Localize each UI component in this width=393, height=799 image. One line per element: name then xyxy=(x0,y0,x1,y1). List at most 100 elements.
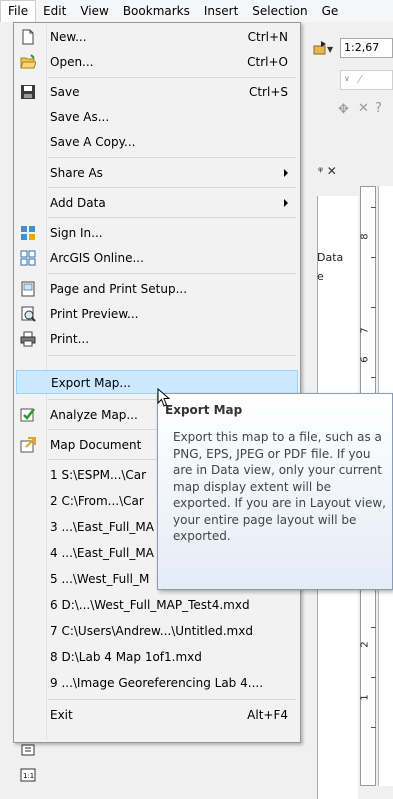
print-preview-icon xyxy=(20,306,36,322)
open-folder-icon xyxy=(20,54,37,70)
ruler-label: 2 xyxy=(359,641,371,648)
menu-item-label: Open... xyxy=(50,55,94,69)
toolbar-row-2: ∨ ⁄ xyxy=(340,70,393,90)
menu-item-print-preview[interactable]: Print Preview... xyxy=(16,302,298,326)
menu-item-page-print-setup[interactable]: Page and Print Setup... xyxy=(16,277,298,301)
sign-in-icon xyxy=(20,225,36,241)
add-data-icon[interactable] xyxy=(312,40,328,59)
menu-item-shortcut: Ctrl+S xyxy=(248,85,288,99)
menu-item-label: Save xyxy=(50,85,80,99)
recent-file-9[interactable]: 9 ...\Image Georeferencing Lab 4.... xyxy=(16,671,298,695)
ruler-tick xyxy=(371,627,376,628)
menu-item-new[interactable]: New... Ctrl+N xyxy=(16,25,298,49)
ruler-tick xyxy=(371,677,376,678)
menu-item-label: Save As... xyxy=(50,110,110,124)
menu-item-label: 8 D:\Lab 4 Map 1of1.mxd xyxy=(50,650,202,664)
ruler-tick xyxy=(371,727,376,728)
arcgis-online-icon xyxy=(20,250,36,266)
pan-tool-icon[interactable]: ✥ xyxy=(338,102,349,117)
menu-item-label: 3 ...\East_Full_MA xyxy=(50,520,154,534)
menu-bar: File Edit View Bookmarks Insert Selectio… xyxy=(0,0,393,23)
ruler-tick xyxy=(371,207,376,208)
menu-separator xyxy=(48,699,296,700)
menu-item-label: 4 ...\East_Full_MA xyxy=(50,546,154,560)
ruler-label: 1 xyxy=(359,694,371,701)
menu-file[interactable]: File xyxy=(0,0,37,22)
file-menu: New... Ctrl+N Open... Ctrl+O Save Ctrl+S… xyxy=(13,22,301,743)
menu-item-label: Page and Print Setup... xyxy=(50,282,188,296)
export-map-tooltip: Export Map Export this map to a file, su… xyxy=(157,393,393,590)
menu-item-label: 9 ...\Image Georeferencing Lab 4.... xyxy=(50,676,264,690)
menu-item-label: 1 S:\ESPM...\Car xyxy=(50,468,147,482)
menu-item-label: Save A Copy... xyxy=(50,135,136,149)
menu-item-save[interactable]: Save Ctrl+S xyxy=(16,80,298,104)
tooltip-title: Export Map xyxy=(165,403,243,417)
menu-item-label: Sign In... xyxy=(50,226,103,240)
ruler-label: 6 xyxy=(359,356,371,363)
menu-item-label: Add Data xyxy=(50,196,106,210)
menu-item-label: Print Preview... xyxy=(50,307,139,321)
menu-item-label: Map Document xyxy=(50,438,142,452)
menu-item-shortcut: Alt+F4 xyxy=(247,708,288,722)
menu-view[interactable]: View xyxy=(73,0,115,22)
menu-item-arcgis-online[interactable]: ArcGIS Online... xyxy=(16,246,298,270)
chevron-down-icon[interactable]: ▼ xyxy=(327,45,333,54)
menu-bookmarks[interactable]: Bookmarks xyxy=(116,0,197,22)
menu-item-shortcut: Ctrl+O xyxy=(247,55,288,69)
panel-text-e: e xyxy=(317,270,324,283)
edit-tool-icon[interactable]: ⁄ xyxy=(359,73,361,86)
menu-item-label: Export Map... xyxy=(51,376,131,390)
submenu-arrow-icon xyxy=(284,199,288,207)
menu-separator xyxy=(48,187,296,188)
clear-tool-icon[interactable]: ✕ xyxy=(358,101,369,116)
chevron-down-icon[interactable]: ∨ xyxy=(344,74,350,83)
menu-item-open[interactable]: Open... Ctrl+O xyxy=(16,50,298,74)
recent-file-7[interactable]: 7 C:\Users\Andrew...\Untitled.mxd xyxy=(16,619,298,643)
menu-item-save-as[interactable]: Save As... xyxy=(16,105,298,129)
ruler-tick xyxy=(371,307,376,308)
menu-item-label: ArcGIS Online... xyxy=(50,251,144,265)
mouse-cursor-icon xyxy=(157,387,171,411)
panel-text-data: Data xyxy=(317,251,344,264)
svg-text:1:1: 1:1 xyxy=(23,772,34,780)
analyze-map-icon xyxy=(20,407,36,423)
menu-item-label: 5 ...\West_Full_M xyxy=(50,572,150,586)
menu-separator xyxy=(48,355,296,356)
menu-geoprocessing[interactable]: Ge xyxy=(315,0,346,22)
map-document-icon xyxy=(20,437,36,453)
recent-file-8[interactable]: 8 D:\Lab 4 Map 1of1.mxd xyxy=(16,645,298,669)
ruler-tick xyxy=(371,257,376,258)
menu-separator xyxy=(48,157,296,158)
save-disk-icon xyxy=(20,84,36,100)
menu-separator xyxy=(48,273,296,274)
menu-item-label: Analyze Map... xyxy=(50,408,138,422)
menu-item-label: Exit xyxy=(50,708,73,722)
menu-item-share-as[interactable]: Share As xyxy=(16,161,298,185)
map-scale-input[interactable]: 1:2,67 xyxy=(340,38,393,58)
menu-selection[interactable]: Selection xyxy=(245,0,314,22)
recent-file-6[interactable]: 6 D:\...\West_Full_MAP_Test4.mxd xyxy=(16,593,298,617)
menu-item-exit[interactable]: Exit Alt+F4 xyxy=(16,703,298,727)
pin-close-icon[interactable]: ᵠ ✕ xyxy=(318,164,337,178)
menu-separator xyxy=(48,77,296,78)
menu-separator xyxy=(48,217,296,218)
zoom-100-icon[interactable]: 1:1 xyxy=(14,763,42,787)
new-document-icon xyxy=(20,29,36,45)
ruler-label: 8 xyxy=(359,233,371,240)
ruler-label: 7 xyxy=(359,327,371,334)
menu-item-label: 2 C:\From...\Car xyxy=(50,494,144,508)
ruler-tick xyxy=(371,377,376,378)
menu-item-add-data[interactable]: Add Data xyxy=(16,191,298,215)
menu-insert[interactable]: Insert xyxy=(197,0,245,22)
menu-item-label: 7 C:\Users\Andrew...\Untitled.mxd xyxy=(50,624,253,638)
identify-tool-icon[interactable]: ? xyxy=(375,101,382,116)
menu-edit[interactable]: Edit xyxy=(36,0,73,22)
menu-item-save-a-copy[interactable]: Save A Copy... xyxy=(16,130,298,154)
menu-item-label: 6 D:\...\West_Full_MAP_Test4.mxd xyxy=(50,598,250,612)
menu-item-print[interactable]: Print... xyxy=(16,327,298,351)
tooltip-body: Export this map to a file, such as a PNG… xyxy=(173,430,386,543)
menu-item-sign-in[interactable]: Sign In... xyxy=(16,221,298,245)
page-setup-icon xyxy=(20,281,36,297)
menu-item-label: Share As xyxy=(50,166,103,180)
menu-item-shortcut: Ctrl+N xyxy=(247,30,288,44)
